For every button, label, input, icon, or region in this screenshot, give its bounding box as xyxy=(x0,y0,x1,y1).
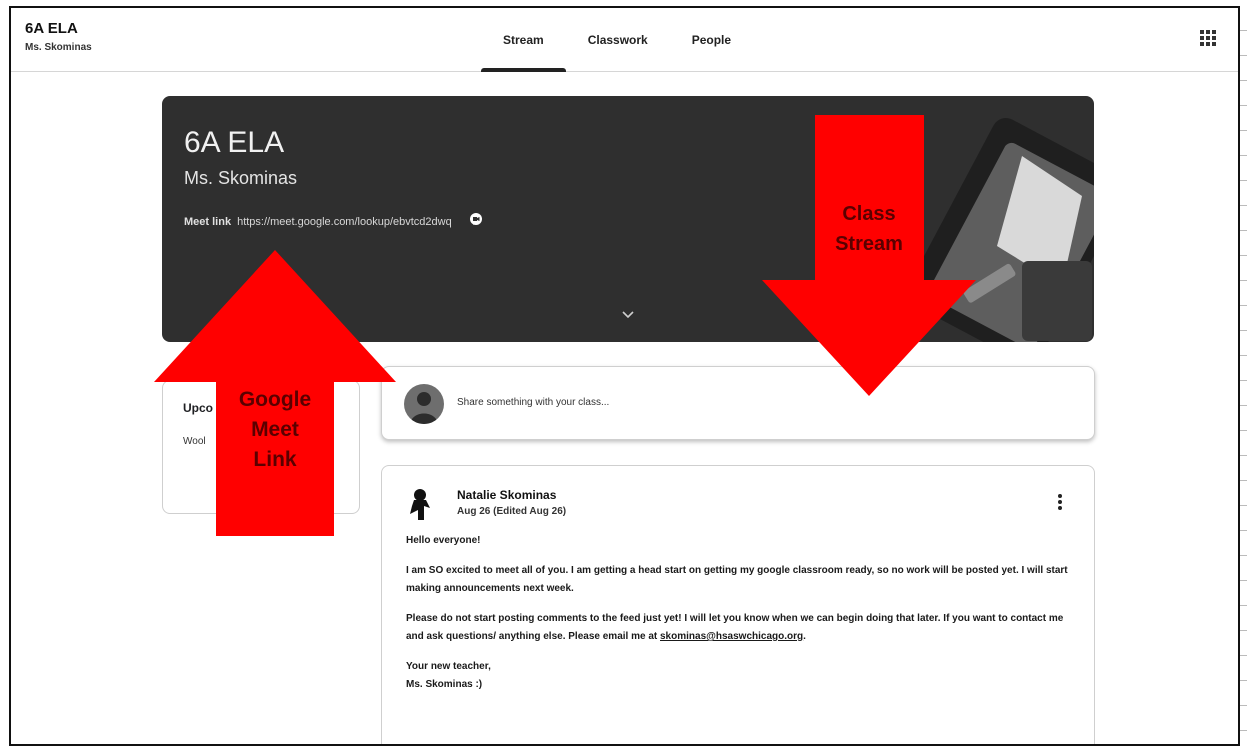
email-link[interactable]: skominas@hsaswchicago.org xyxy=(660,631,803,642)
upcoming-title: Upco xyxy=(183,401,213,415)
apps-grid-icon[interactable] xyxy=(1200,30,1216,46)
post-paragraph: I am SO excited to meet all of you. I am… xyxy=(406,565,1068,594)
post-paragraph-end: . xyxy=(803,631,806,642)
avatar xyxy=(404,486,440,522)
class-teacher: Ms. Skominas xyxy=(25,42,92,53)
top-bar: 6A ELA Ms. Skominas Stream Classwork Peo… xyxy=(11,8,1238,72)
post-body: Hello everyone! I am SO excited to meet … xyxy=(406,532,1076,694)
post-date: Aug 26 (Edited Aug 26) xyxy=(457,506,567,517)
class-title[interactable]: 6A ELA xyxy=(25,20,78,37)
tab-classwork[interactable]: Classwork xyxy=(566,8,670,72)
post-signature: Ms. Skominas :) xyxy=(406,679,483,690)
meet-link[interactable]: https://meet.google.com/lookup/ebvtcd2dw… xyxy=(237,216,452,228)
more-options-icon[interactable] xyxy=(1058,494,1064,512)
tab-people[interactable]: People xyxy=(670,8,753,72)
page-edge xyxy=(1240,6,1247,746)
tab-stream[interactable]: Stream xyxy=(481,8,566,72)
banner-illustration xyxy=(826,118,1094,342)
video-chat-icon[interactable] xyxy=(468,212,484,231)
banner-teacher: Ms. Skominas xyxy=(184,168,298,188)
meet-link-row: Meet link https://meet.google.com/lookup… xyxy=(184,212,484,231)
announcement-post: Natalie Skominas Aug 26 (Edited Aug 26) … xyxy=(381,465,1095,744)
class-banner: 6A ELA Ms. Skominas Meet link https://me… xyxy=(162,96,1094,342)
classroom-window: 6A ELA Ms. Skominas Stream Classwork Peo… xyxy=(9,6,1240,746)
upcoming-text: Wool xyxy=(183,436,206,447)
post-signoff: Your new teacher, xyxy=(406,661,491,672)
banner-title: 6A ELA xyxy=(184,126,285,159)
meet-link-label: Meet link xyxy=(184,215,232,228)
chevron-down-icon[interactable] xyxy=(620,308,636,326)
nav-tabs: Stream Classwork People xyxy=(481,8,753,72)
post-author: Natalie Skominas xyxy=(457,488,557,502)
upcoming-card: Upco Wool xyxy=(162,380,360,514)
post-greeting: Hello everyone! xyxy=(406,535,481,546)
avatar xyxy=(404,384,444,424)
share-announcement-box[interactable]: Share something with your class... xyxy=(381,366,1095,440)
share-placeholder[interactable]: Share something with your class... xyxy=(457,397,609,408)
post-paragraph: Please do not start posting comments to … xyxy=(406,610,1076,646)
